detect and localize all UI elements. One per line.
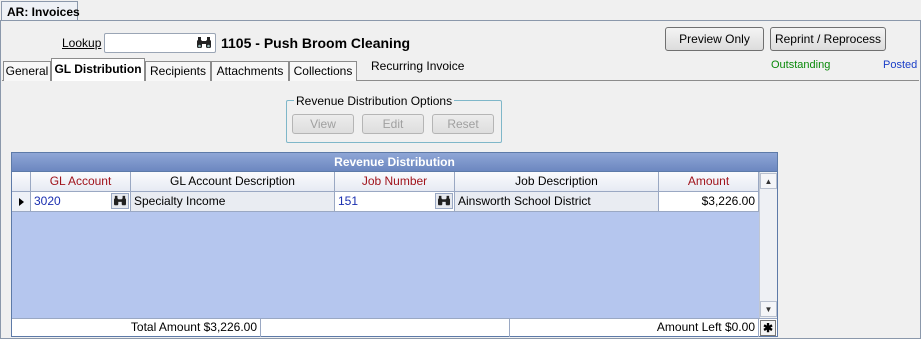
- lookup-label: Lookup: [62, 36, 102, 50]
- footer-middle: [261, 319, 510, 337]
- cell-gl-description[interactable]: Specialty Income: [131, 192, 335, 212]
- recurring-invoice-label: Recurring Invoice: [371, 59, 465, 73]
- col-job-number[interactable]: Job Number: [335, 172, 455, 192]
- tab-general[interactable]: General: [3, 61, 51, 81]
- scroll-up-button[interactable]: ▲: [760, 173, 777, 189]
- tab-gl-distribution[interactable]: GL Distribution: [51, 58, 145, 81]
- col-amount[interactable]: Amount: [659, 172, 759, 192]
- edit-button[interactable]: Edit: [362, 114, 424, 134]
- revenue-options-title: Revenue Distribution Options: [294, 94, 455, 108]
- binoculars-icon[interactable]: [195, 35, 213, 51]
- preview-only-button[interactable]: Preview Only: [665, 27, 764, 51]
- tab-attachments[interactable]: Attachments: [211, 61, 289, 81]
- grid-title: Revenue Distribution: [12, 153, 777, 172]
- reset-button[interactable]: Reset: [432, 114, 494, 134]
- status-posted: Posted: [883, 59, 918, 71]
- grid-scrollbar[interactable]: ▲ ▼: [759, 172, 777, 318]
- grid-footer: Total Amount $3,226.00 Amount Left $0.00…: [12, 318, 777, 337]
- tab-recipients[interactable]: Recipients: [145, 61, 211, 81]
- col-gl-account[interactable]: GL Account: [31, 172, 131, 192]
- amount-left: Amount Left $0.00: [510, 319, 759, 337]
- record-title: 1105 - Push Broom Cleaning: [221, 35, 411, 51]
- binoculars-icon[interactable]: [435, 193, 453, 209]
- tab-collections[interactable]: Collections: [289, 61, 357, 81]
- total-amount: Total Amount $3,226.00: [12, 319, 261, 337]
- col-job-description[interactable]: Job Description: [455, 172, 659, 192]
- cell-gl-account[interactable]: 3020: [31, 192, 131, 212]
- status-outstanding: Outstanding: [771, 59, 831, 71]
- cell-amount[interactable]: $3,226.00: [659, 192, 759, 212]
- col-gl-description[interactable]: GL Account Description: [131, 172, 335, 192]
- revenue-distribution-grid: Revenue Distribution GL Account GL Accou…: [11, 152, 778, 337]
- cell-job-description[interactable]: Ainsworth School District: [455, 192, 659, 212]
- binoculars-icon[interactable]: [111, 193, 129, 209]
- scroll-down-button[interactable]: ▼: [760, 301, 777, 317]
- document-tab[interactable]: AR: Invoices: [1, 1, 80, 21]
- lookup-field[interactable]: [104, 33, 216, 53]
- view-button[interactable]: View: [292, 114, 354, 134]
- reprint-reprocess-button[interactable]: Reprint / Reprocess: [770, 27, 886, 51]
- ar-invoices-window: AR: Invoices Lookup 1105 - Push Broom Cl…: [0, 0, 921, 339]
- add-row-button[interactable]: ✱: [760, 320, 776, 336]
- row-selector-header: [12, 172, 31, 192]
- row-indicator[interactable]: [12, 192, 31, 212]
- lookup-input[interactable]: [107, 35, 193, 52]
- cell-job-number[interactable]: 151: [335, 192, 455, 212]
